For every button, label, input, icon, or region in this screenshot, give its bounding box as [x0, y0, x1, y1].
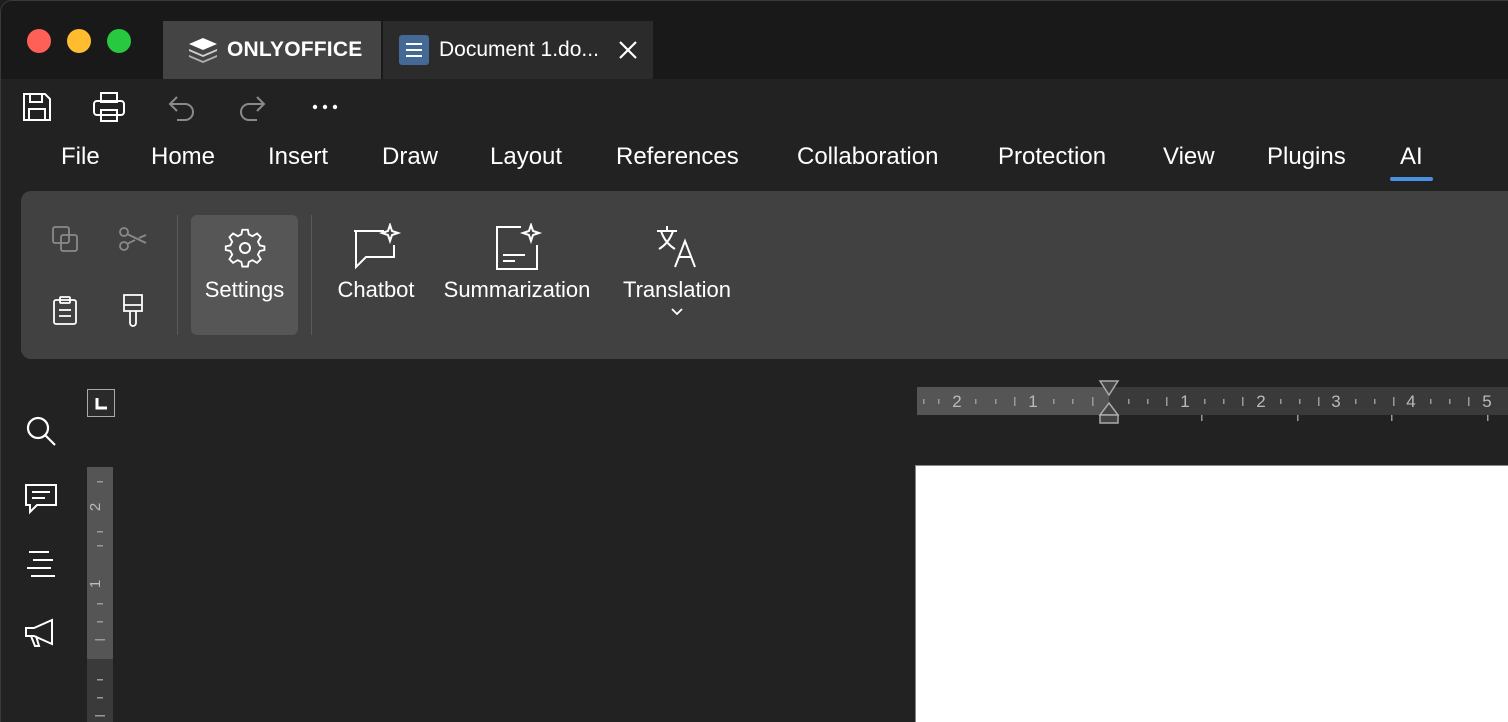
vertical-ruler[interactable]: 2 1	[87, 467, 113, 722]
tab-view[interactable]: View	[1163, 139, 1215, 179]
ruler-label: 2	[87, 503, 104, 511]
translate-icon	[653, 223, 701, 271]
ruler-label: 1	[1028, 392, 1037, 411]
tab-stop-selector[interactable]	[87, 389, 115, 417]
horizontal-ruler[interactable]: 2 1 1 2 3 4 5	[917, 380, 1508, 424]
tab-home[interactable]: Home	[151, 139, 215, 179]
document-tab-title: Document 1.do...	[439, 38, 599, 61]
ruler-label: 3	[1331, 392, 1340, 411]
redo-icon[interactable]	[235, 89, 271, 125]
comments-icon[interactable]	[23, 481, 59, 517]
toolbar-separator	[311, 215, 312, 335]
feedback-icon[interactable]	[23, 615, 59, 651]
brand-label: ONLYOFFICE	[227, 38, 363, 61]
summarization-button[interactable]: Summarization	[437, 223, 597, 303]
quick-access-toolbar	[1, 89, 401, 125]
chatbot-label: Chatbot	[337, 277, 415, 302]
gear-icon	[223, 227, 267, 271]
tab-references[interactable]: References	[616, 139, 739, 179]
close-tab-icon[interactable]	[615, 37, 641, 63]
ruler-label: 5	[1482, 392, 1491, 411]
ruler-label: 2	[952, 392, 961, 411]
minimize-window-button[interactable]	[67, 29, 91, 53]
ruler-label: 4	[1406, 392, 1415, 411]
summarization-label: Summarization	[443, 277, 591, 302]
ruler-label: 1	[1180, 392, 1189, 411]
more-icon[interactable]	[307, 89, 343, 125]
title-bar: ONLYOFFICE Document 1.do...	[1, 1, 1508, 79]
close-window-button[interactable]	[27, 29, 51, 53]
tab-protection[interactable]: Protection	[998, 139, 1106, 179]
translation-label: Translation	[622, 277, 731, 302]
tab-file[interactable]: File	[61, 139, 100, 179]
document-icon	[399, 35, 429, 65]
ruler-label: 2	[1256, 392, 1265, 411]
paste-icon[interactable]	[49, 295, 81, 327]
tab-insert[interactable]: Insert	[268, 139, 328, 179]
tab-ai[interactable]: AI	[1390, 139, 1433, 181]
chatbot-button[interactable]: Chatbot	[331, 223, 421, 303]
print-icon[interactable]	[91, 89, 127, 125]
chatbot-icon	[350, 223, 402, 271]
cut-icon[interactable]	[117, 223, 149, 255]
toolbar-separator	[177, 215, 178, 335]
tab-onlyoffice-home[interactable]: ONLYOFFICE	[163, 21, 381, 79]
tab-draw[interactable]: Draw	[382, 139, 438, 179]
navigation-icon[interactable]	[23, 547, 59, 583]
settings-button[interactable]: Settings	[191, 215, 298, 335]
left-sidebar	[1, 401, 81, 701]
search-icon[interactable]	[23, 413, 59, 449]
translation-button[interactable]: Translation	[613, 223, 741, 317]
tab-layout[interactable]: Layout	[490, 139, 562, 179]
chevron-down-icon[interactable]	[669, 307, 685, 317]
tab-collaboration[interactable]: Collaboration	[797, 139, 938, 179]
summarization-icon	[491, 223, 543, 271]
ai-toolbar-panel: Settings Chatbot Summarization Translati…	[21, 191, 1508, 359]
tab-document[interactable]: Document 1.do...	[383, 21, 653, 79]
save-icon[interactable]	[19, 89, 55, 125]
document-page[interactable]	[915, 465, 1508, 722]
onlyoffice-logo-icon	[187, 36, 219, 64]
tab-plugins[interactable]: Plugins	[1267, 139, 1346, 179]
format-painter-icon[interactable]	[117, 293, 149, 327]
copy-icon[interactable]	[49, 223, 81, 255]
app-window: ONLYOFFICE Document 1.do... File Home In…	[0, 0, 1508, 722]
settings-label: Settings	[204, 277, 285, 302]
ruler-label: 1	[87, 580, 104, 588]
zoom-window-button[interactable]	[107, 29, 131, 53]
undo-icon[interactable]	[163, 89, 199, 125]
menu-tabs: File Home Insert Draw Layout References …	[1, 139, 1508, 183]
